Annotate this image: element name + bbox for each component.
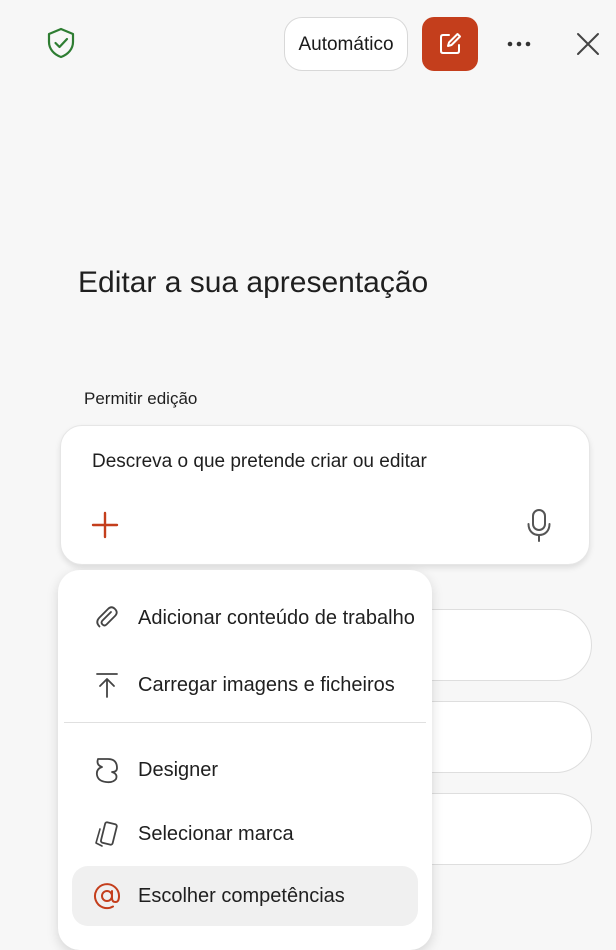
more-icon[interactable] (500, 28, 538, 60)
prompt-input[interactable]: Descreva o que pretende criar ou editar (92, 451, 427, 473)
menu-item-label: Adicionar conteúdo de trabalho (138, 607, 415, 629)
brand-icon (92, 819, 122, 849)
mode-selector-button[interactable]: Automático (284, 17, 408, 71)
new-chat-icon (437, 31, 463, 57)
page-title: Editar a sua apresentação (78, 266, 429, 299)
upload-icon (92, 670, 122, 700)
shield-check-icon (44, 26, 78, 60)
menu-item-label: Carregar imagens e ficheiros (138, 674, 395, 696)
menu-item-label: Escolher competências (138, 885, 345, 907)
menu-item-select-brand[interactable]: Selecionar marca (72, 804, 418, 864)
paperclip-icon (92, 603, 122, 633)
menu-item-designer[interactable]: Designer (72, 740, 418, 800)
add-icon[interactable] (88, 508, 122, 542)
at-icon (92, 881, 122, 911)
permission-label: Permitir edição (84, 389, 198, 408)
menu-item-add-work-content[interactable]: Adicionar conteúdo de trabalho (72, 588, 418, 648)
menu-divider (64, 722, 426, 723)
menu-item-label: Selecionar marca (138, 823, 294, 845)
microphone-icon[interactable] (522, 506, 556, 544)
new-chat-button[interactable] (422, 17, 478, 71)
designer-icon (92, 755, 122, 785)
prompt-card (60, 425, 590, 565)
close-icon[interactable] (570, 26, 606, 62)
menu-item-upload-files[interactable]: Carregar imagens e ficheiros (72, 655, 418, 715)
attach-menu: Adicionar conteúdo de trabalho Carregar … (58, 570, 432, 950)
menu-item-choose-skills[interactable]: Escolher competências (72, 866, 418, 926)
menu-item-label: Designer (138, 759, 219, 781)
